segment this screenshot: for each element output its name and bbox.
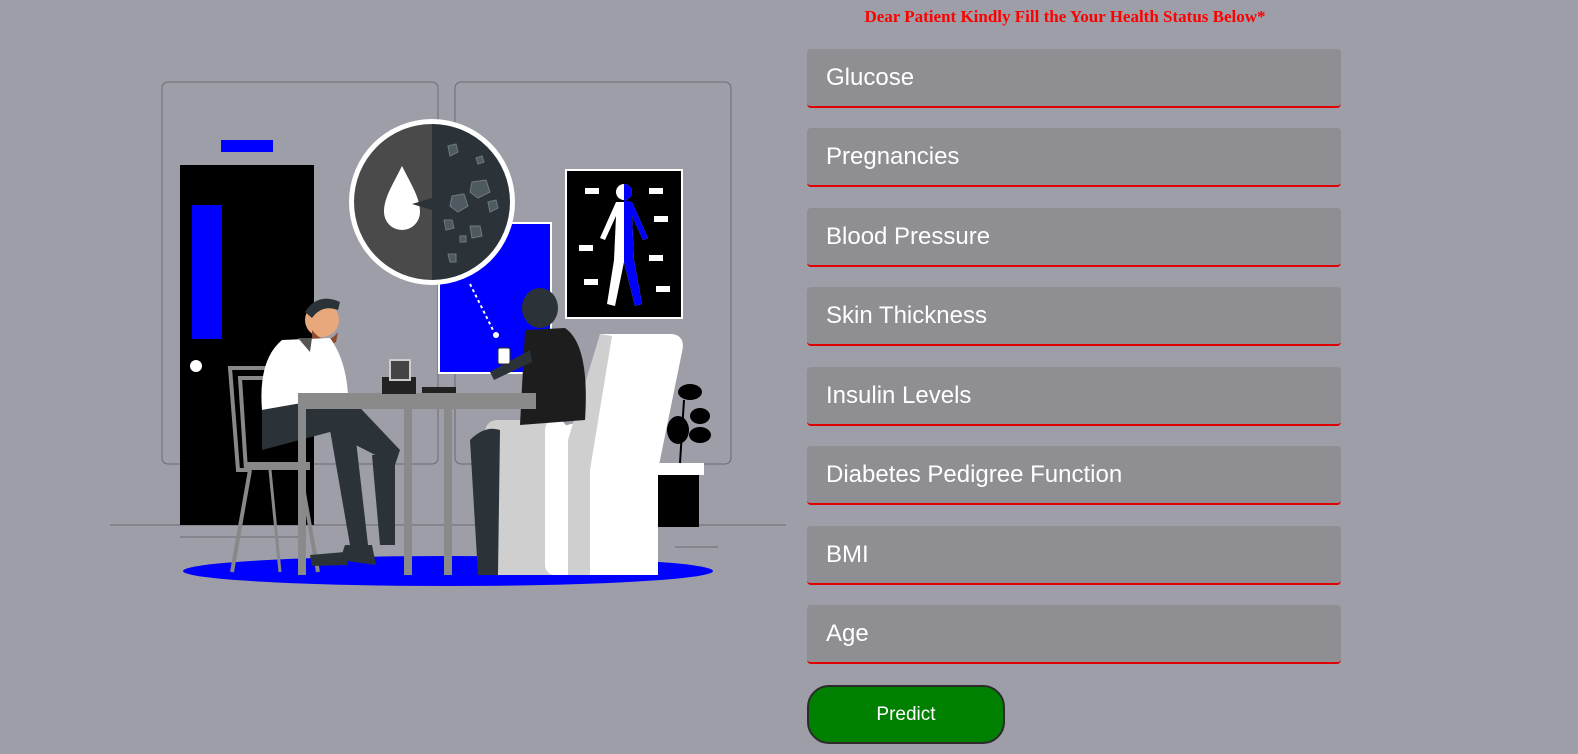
form-heading: Dear Patient Kindly Fill the Your Health… [864, 7, 1266, 26]
pregnancies-input[interactable] [807, 128, 1341, 187]
blood-pressure-input[interactable] [807, 208, 1341, 267]
skin-thickness-input[interactable] [807, 287, 1341, 346]
insulin-levels-input[interactable] [807, 367, 1341, 426]
diabetes-pedigree-function-input[interactable] [807, 446, 1341, 505]
bmi-input[interactable] [807, 526, 1341, 585]
age-input[interactable] [807, 605, 1341, 664]
glucose-input[interactable] [807, 49, 1341, 108]
doctor-consultation-illustration [110, 81, 786, 586]
predict-button[interactable]: Predict [807, 685, 1005, 744]
